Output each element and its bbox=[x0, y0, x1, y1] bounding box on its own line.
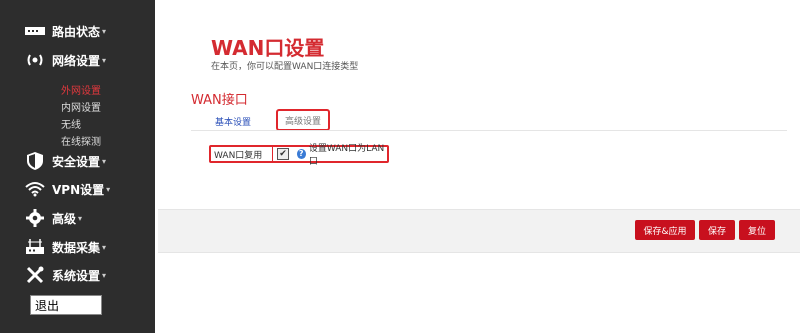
main-content: WAN口设置 在本页，你可以配置WAN口连接类型 WAN接口 基本设置 高级设置… bbox=[155, 0, 800, 333]
page-subtitle: 在本页，你可以配置WAN口连接类型 bbox=[211, 62, 359, 72]
router-icon bbox=[24, 238, 46, 256]
gear-icon bbox=[24, 209, 46, 227]
status-bar-icon bbox=[24, 22, 46, 40]
logout-button[interactable]: 退出 bbox=[30, 295, 102, 315]
save-button[interactable]: 保存 bbox=[699, 220, 735, 240]
nav-label: 网络设置 bbox=[52, 53, 101, 68]
broadcast-icon bbox=[24, 51, 46, 69]
sidebar: 路由状态 ▾ 网络设置 ▾ 外网设置 内网设置 无线 在线探测 安全设置 ▾ V… bbox=[0, 0, 155, 333]
divider bbox=[191, 130, 787, 131]
chevron-down-icon: ▾ bbox=[102, 55, 107, 65]
chevron-down-icon: ▾ bbox=[102, 270, 107, 280]
nav-vpn-settings[interactable]: VPN设置 ▾ bbox=[24, 179, 110, 199]
subitem-online-detect[interactable]: 在线探测 bbox=[61, 133, 101, 148]
wan-reuse-description: 设置WAN口为LAN口 bbox=[308, 144, 385, 167]
nav-advanced[interactable]: 高级 ▾ bbox=[24, 208, 82, 228]
shield-icon bbox=[24, 152, 46, 170]
help-icon[interactable]: ? bbox=[296, 149, 306, 159]
nav-label: 系统设置 bbox=[52, 268, 101, 283]
subitem-wireless[interactable]: 无线 bbox=[61, 116, 81, 131]
tab-advanced-settings[interactable]: 高级设置 bbox=[276, 109, 330, 131]
wifi-icon bbox=[24, 180, 46, 198]
chevron-down-icon: ▾ bbox=[78, 213, 83, 223]
chevron-down-icon: ▾ bbox=[102, 242, 107, 252]
nav-security-settings[interactable]: 安全设置 ▾ bbox=[24, 151, 106, 171]
section-title: WAN接口 bbox=[191, 93, 248, 108]
nav-label: VPN设置 bbox=[52, 182, 105, 197]
action-bar: 保存&应用 保存 复位 bbox=[158, 209, 800, 253]
subitem-wan-settings[interactable]: 外网设置 bbox=[61, 82, 101, 97]
nav-label: 数据采集 bbox=[52, 240, 101, 255]
save-apply-button[interactable]: 保存&应用 bbox=[635, 220, 695, 240]
nav-label: 路由状态 bbox=[52, 24, 101, 39]
chevron-down-icon: ▾ bbox=[102, 156, 107, 166]
wan-reuse-label: WAN口复用 bbox=[211, 147, 274, 161]
wan-reuse-option: WAN口复用 ✔ ? 设置WAN口为LAN口 bbox=[209, 144, 389, 167]
page-title: WAN口设置 bbox=[211, 36, 325, 60]
wan-reuse-checkbox[interactable]: ✔ bbox=[277, 148, 289, 160]
tools-icon bbox=[24, 266, 46, 284]
nav-network-settings[interactable]: 网络设置 ▾ bbox=[24, 50, 106, 70]
chevron-down-icon: ▾ bbox=[106, 184, 111, 194]
nav-label: 高级 bbox=[52, 211, 77, 226]
tab-basic-settings[interactable]: 基本设置 bbox=[215, 115, 251, 128]
nav-system-settings[interactable]: 系统设置 ▾ bbox=[24, 265, 106, 285]
nav-data-collection[interactable]: 数据采集 ▾ bbox=[24, 237, 106, 257]
reset-button[interactable]: 复位 bbox=[739, 220, 775, 240]
subitem-lan-settings[interactable]: 内网设置 bbox=[61, 99, 101, 114]
nav-label: 安全设置 bbox=[52, 154, 101, 169]
nav-route-status[interactable]: 路由状态 ▾ bbox=[24, 21, 106, 41]
chevron-down-icon: ▾ bbox=[102, 26, 107, 36]
